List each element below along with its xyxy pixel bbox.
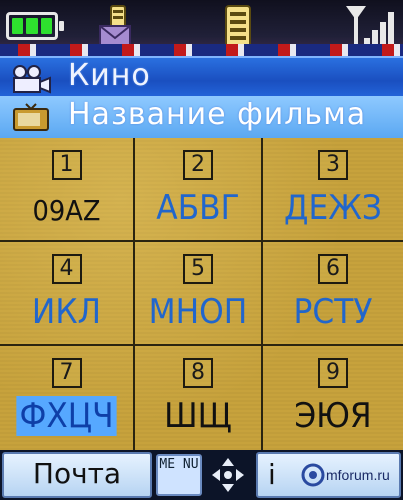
key-3[interactable]: 3 ДЕЖЗ [263, 138, 403, 242]
key-number: 4 [51, 254, 82, 284]
key-number: 6 [318, 254, 348, 284]
info-label: i [268, 458, 276, 491]
category-row[interactable]: Кино [0, 56, 403, 96]
key-characters: ШЩ [164, 396, 232, 436]
watermark: mforum.ru [300, 462, 400, 492]
category-label: Кино [68, 58, 151, 93]
key-5[interactable]: 5 МНОП [135, 242, 263, 346]
mforum-logo-icon [301, 463, 325, 487]
key-8[interactable]: 8 ШЩ [135, 346, 263, 450]
key-4[interactable]: 4 ИКЛ [0, 242, 135, 346]
key-characters: ЭЮЯ [294, 396, 372, 436]
key-1[interactable]: 1 09AZ [0, 138, 135, 242]
key-characters: ДЕЖЗ [284, 188, 382, 228]
key-9[interactable]: 9 ЭЮЯ [263, 346, 403, 450]
field-label: Название фильма [68, 97, 367, 132]
key-number: 8 [183, 358, 213, 388]
key-characters: ИКЛ [31, 292, 102, 332]
key-characters: 09AZ [32, 194, 101, 227]
selected-chars: ФХЦЧ [16, 396, 117, 436]
key-number: 9 [318, 358, 348, 388]
key-number: 2 [183, 150, 213, 180]
key-characters: РСТУ [293, 292, 373, 332]
field-row[interactable]: Название фильма [0, 96, 403, 138]
key-6[interactable]: 6 РСТУ [263, 242, 403, 346]
key-7[interactable]: 7 ФХЦЧ [0, 346, 135, 450]
key-characters: МНОП [148, 292, 248, 332]
key-number: 3 [318, 150, 348, 180]
key-characters-selected: ФХЦЧ [5, 396, 127, 436]
keypad-grid: 1 09AZ 2 АБВГ 3 ДЕЖЗ 4 ИКЛ 5 МНОП 6 РСТУ… [0, 138, 403, 450]
battery-full-icon [6, 12, 64, 40]
key-characters: АБВГ [156, 188, 240, 228]
key-number: 5 [183, 254, 213, 284]
key-2[interactable]: 2 АБВГ [135, 138, 263, 242]
camera-icon [13, 65, 51, 94]
menu-icon[interactable]: ME NU [156, 454, 202, 496]
key-number: 1 [51, 150, 82, 180]
mail-softkey[interactable]: Почта [2, 452, 152, 498]
key-number: 7 [51, 358, 82, 388]
watermark-text: mforum.ru [326, 467, 390, 483]
tv-icon [13, 103, 49, 131]
navigation-pad-icon[interactable] [208, 456, 248, 494]
